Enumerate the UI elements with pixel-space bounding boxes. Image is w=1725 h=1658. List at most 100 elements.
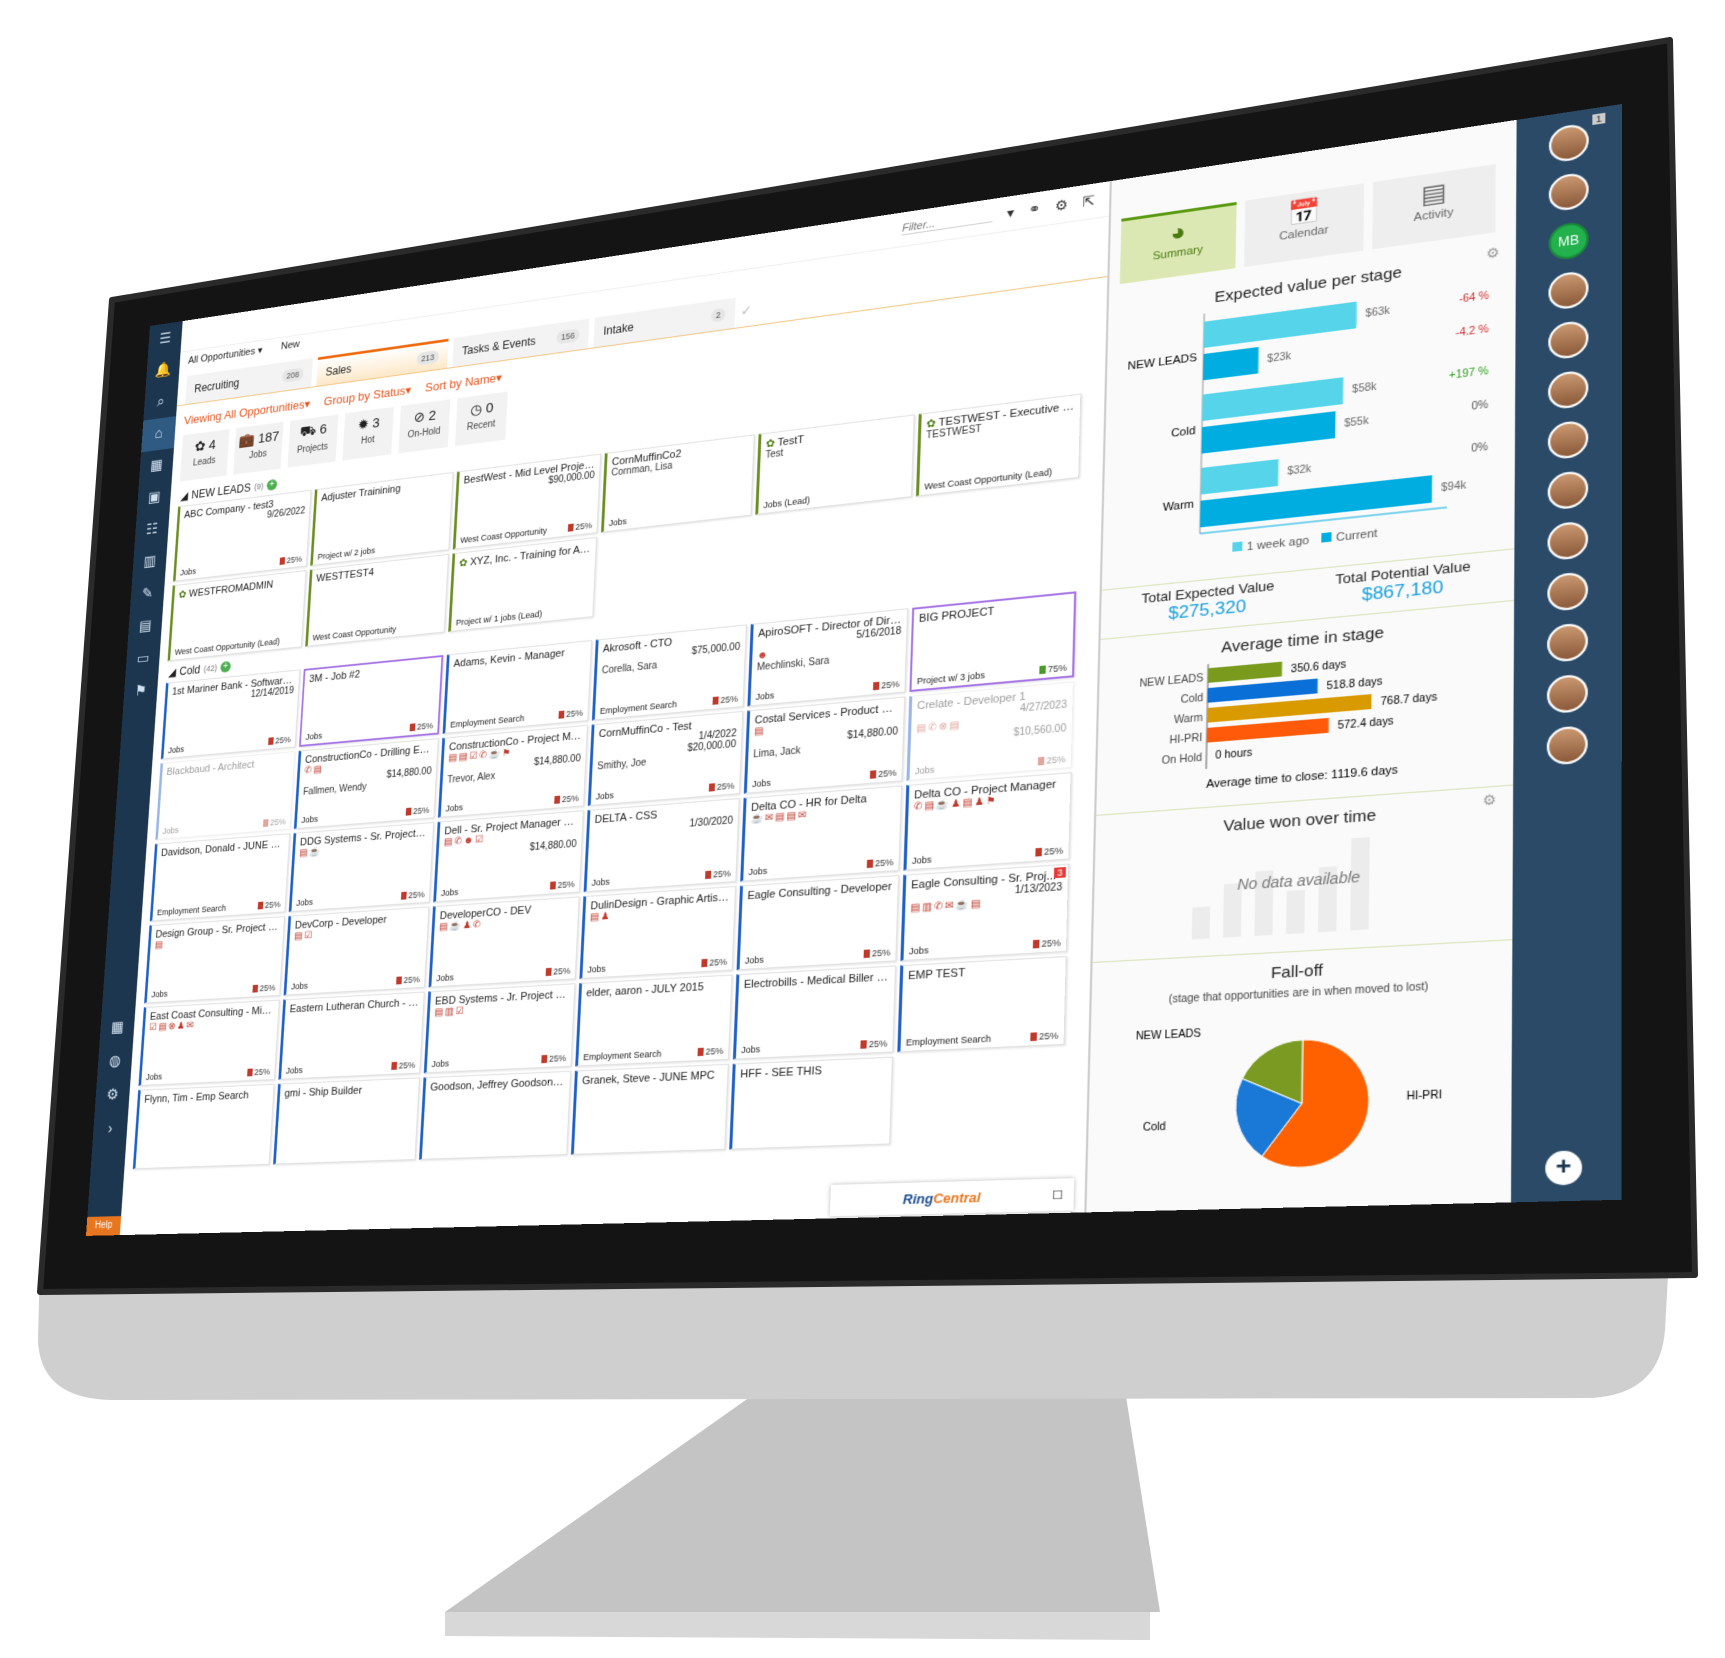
opportunity-card[interactable]: 1st Mariner Bank - Software ... 12/14/201… xyxy=(160,669,301,760)
stat-leads[interactable]: ✿ 4 Leads xyxy=(179,429,230,482)
people-icon[interactable]: ☷ xyxy=(134,512,169,548)
user-avatar[interactable] xyxy=(1546,725,1588,766)
globe-icon[interactable]: ◍ xyxy=(97,1044,133,1079)
stat-on-hold[interactable]: ⊘ 2 On-Hold xyxy=(398,399,451,454)
opportunity-card[interactable]: Davidson, Donald - JUNE MP... Employment … xyxy=(149,833,291,922)
opportunity-card[interactable]: Granek, Steve - JUNE MPC xyxy=(570,1063,729,1155)
probability-badge: 25% xyxy=(252,983,275,994)
opportunity-card[interactable]: Adams, Kevin - Manager Employment Search 2… xyxy=(442,640,593,735)
user-avatar[interactable] xyxy=(1548,269,1589,311)
opportunity-card[interactable]: Costal Services - Product Ma... ▤ $14,880.… xyxy=(743,696,906,794)
panel-tab-calendar[interactable]: 📅 Calendar xyxy=(1244,183,1365,268)
bar-label: $58k xyxy=(1352,380,1378,395)
opportunity-card[interactable]: Goodson, Jeffrey Goodson - ... xyxy=(419,1070,572,1160)
add-opportunity-icon[interactable]: + xyxy=(220,660,231,673)
help-link[interactable]: Help xyxy=(85,1216,122,1236)
external-link-icon[interactable]: ⇱ xyxy=(1082,192,1095,211)
chevron-right-icon[interactable]: › xyxy=(92,1112,128,1147)
opportunity-card[interactable]: DulinDesign - Graphic Artist I... ▤♟ Jobs 2… xyxy=(579,885,737,980)
opportunity-card[interactable]: East Coast Consulting - Mid ... ☑▤⊗♟✉ Jobs… xyxy=(138,999,280,1086)
stat-projects[interactable]: ⛟ 6 Projects xyxy=(287,414,339,468)
opportunity-card[interactable]: BIG PROJECT Project w/ 3 jobs 75% xyxy=(909,591,1077,693)
home-icon[interactable]: ⌂ xyxy=(141,416,177,453)
gear-icon[interactable]: ⚙ xyxy=(1483,791,1497,809)
briefcase-icon[interactable]: ▣ xyxy=(137,480,172,516)
bell-icon[interactable]: 🔔 xyxy=(146,353,181,389)
filter-input[interactable] xyxy=(901,209,993,236)
opportunity-card[interactable]: Delta CO - Project Manager ✆▤☕♟▤♟⚑ Jobs 25% xyxy=(903,772,1072,871)
search-icon[interactable]: ⌕ xyxy=(143,384,178,420)
collapse-triangle-icon[interactable]: ◢ xyxy=(180,489,189,502)
legend-swatch xyxy=(1321,532,1332,543)
user-avatar[interactable]: MB xyxy=(1548,220,1589,262)
ringcentral-widget[interactable]: RingCentral ☐ xyxy=(829,1178,1075,1217)
stat-recent[interactable]: ◷ 0 Recent xyxy=(454,391,508,447)
collapse-triangle-icon[interactable]: ◢ xyxy=(168,666,177,679)
settings-icon[interactable]: ⚙ xyxy=(95,1078,131,1113)
check-circle-icon[interactable]: ✓ xyxy=(740,302,752,327)
opportunity-card[interactable]: CornMuffinCo - Test 1/4/2022 $20,000.00 Smi… xyxy=(587,710,744,807)
opportunity-card[interactable]: 3M - Job #2 Jobs 25% xyxy=(298,654,444,747)
card-title: XYZ, Inc. - Training for Adj... xyxy=(469,542,592,569)
opportunity-card[interactable]: ConstructionCo - Drilling En... ✆▤ $14,880… xyxy=(293,738,439,830)
opportunity-card[interactable]: Flynn, Tim - Emp Search xyxy=(132,1083,275,1170)
opportunity-card[interactable]: elder, aaron - JULY 2015 Employment Searc… xyxy=(575,974,733,1067)
gear-icon[interactable]: ⚙ xyxy=(1486,244,1500,262)
megaphone-icon[interactable]: ✎ xyxy=(130,576,165,612)
folder-icon[interactable]: ▭ xyxy=(125,641,160,677)
user-avatar[interactable] xyxy=(1548,122,1589,164)
stat-jobs[interactable]: 💼 187 Jobs xyxy=(233,421,284,475)
opportunity-card[interactable]: ApiroSOFT - Director of Direc... 5/16/201… xyxy=(747,608,909,707)
opportunity-card[interactable]: DELTA - CSS 1/30/2020 Jobs 25% xyxy=(583,798,740,893)
stat-hot[interactable]: ✹ 3 Hot xyxy=(342,406,394,461)
opportunity-card[interactable]: Crelate - Developer 1 4/27/2023 ▤✆⊗▤ $10,56… xyxy=(906,681,1074,781)
bar-label: 572.4 days xyxy=(1338,714,1394,731)
chevron-down-icon[interactable]: ▾ xyxy=(1007,204,1015,222)
opportunity-card[interactable]: Akrosoft - CTO $75,000.00 Corella, Sara Emp… xyxy=(591,624,747,721)
user-avatar[interactable] xyxy=(1547,469,1589,511)
opportunity-card[interactable]: HFF - SEE THIS xyxy=(729,1056,894,1150)
opportunity-card[interactable]: DevCorp - Developer ▤☑ Jobs 25% xyxy=(283,906,430,996)
opportunity-card[interactable]: ConstructionCo - Project Ma... ▤▤☑✆☕⚑ $14,… xyxy=(437,724,588,818)
maximize-icon[interactable]: ☐ xyxy=(1052,1188,1063,1202)
opportunity-card[interactable]: Electrobills - Medical Biller - ... Jobs 2… xyxy=(732,965,897,1060)
user-avatar[interactable] xyxy=(1547,419,1589,461)
panel-tab-summary[interactable]: ◕ Summary xyxy=(1119,201,1237,285)
calendar-icon[interactable]: ▦ xyxy=(99,1010,135,1045)
group-count: (9) xyxy=(253,481,264,492)
opportunity-card[interactable]: DeveloperCO - DEV ▤☕♟✆ Jobs 25% xyxy=(428,896,580,988)
flag-icon[interactable]: ⚑ xyxy=(123,674,158,710)
bar xyxy=(1206,717,1329,743)
opportunity-card[interactable]: Eagle Consulting - Developer Jobs 25% xyxy=(736,875,900,971)
opportunity-card[interactable]: ABC Company - test3 9/26/2022 Jobs 25% xyxy=(172,489,312,582)
opportunity-card[interactable]: Eagle Consulting - Sr. Proj... 3 1/13/2023… xyxy=(900,863,1070,962)
binoculars-icon[interactable]: ⚭ xyxy=(1028,200,1041,218)
opportunity-card[interactable]: Dell - Sr. Project Manager #3... ▤✆☻☑ $14,… xyxy=(433,810,584,903)
add-button[interactable]: + xyxy=(1545,1150,1583,1186)
user-avatar[interactable] xyxy=(1547,571,1589,612)
opportunity-card[interactable]: DDG Systems - Sr. Project M... ▤☕ Jobs 25% xyxy=(288,821,435,913)
opportunity-card[interactable]: Eastern Lutheran Church - M... Jobs 25% xyxy=(278,991,425,1080)
opportunity-card[interactable]: EMP TEST Employment Search 25% xyxy=(897,955,1067,1053)
add-opportunity-icon[interactable]: + xyxy=(266,478,278,491)
new-button[interactable]: New xyxy=(281,339,300,353)
user-avatar[interactable] xyxy=(1547,520,1589,562)
panel-tab-activity[interactable]: ▤ Activity xyxy=(1372,164,1496,250)
opportunity-card[interactable]: WESTTEST4 West Coast Opportunity xyxy=(305,553,449,647)
opportunity-card[interactable]: ✿ XYZ, Inc. - Training for Adj... Project… xyxy=(448,536,598,633)
user-avatar[interactable] xyxy=(1548,319,1589,361)
opportunity-card[interactable]: Design Group - Sr. Project M... ▤ Jobs 25% xyxy=(144,916,286,1004)
chart-icon[interactable]: ▥ xyxy=(132,544,167,580)
document-icon[interactable]: ▤ xyxy=(128,609,163,645)
opportunity-card[interactable]: Blackbaud - Architect Jobs 25% xyxy=(155,750,296,841)
user-avatar[interactable] xyxy=(1547,622,1588,663)
user-avatar[interactable] xyxy=(1548,171,1589,213)
user-avatar[interactable] xyxy=(1548,369,1589,411)
user-avatar[interactable] xyxy=(1546,673,1588,715)
opportunity-card[interactable]: gmi - Ship Builder xyxy=(273,1077,420,1165)
opportunity-card[interactable]: Delta CO - HR for Delta ☕✉▤▤✉ Jobs 25% xyxy=(740,785,903,882)
building-icon[interactable]: ▦ xyxy=(139,448,174,484)
opportunity-card[interactable]: EBD Systems - Jr. Project Ma... ▤▥☑ Jobs 25… xyxy=(423,983,576,1074)
gear-icon[interactable]: ⚙ xyxy=(1055,196,1068,215)
opportunity-card[interactable]: ✿ WESTFROMADMIN West Coast Opportunity (L… xyxy=(167,570,307,662)
